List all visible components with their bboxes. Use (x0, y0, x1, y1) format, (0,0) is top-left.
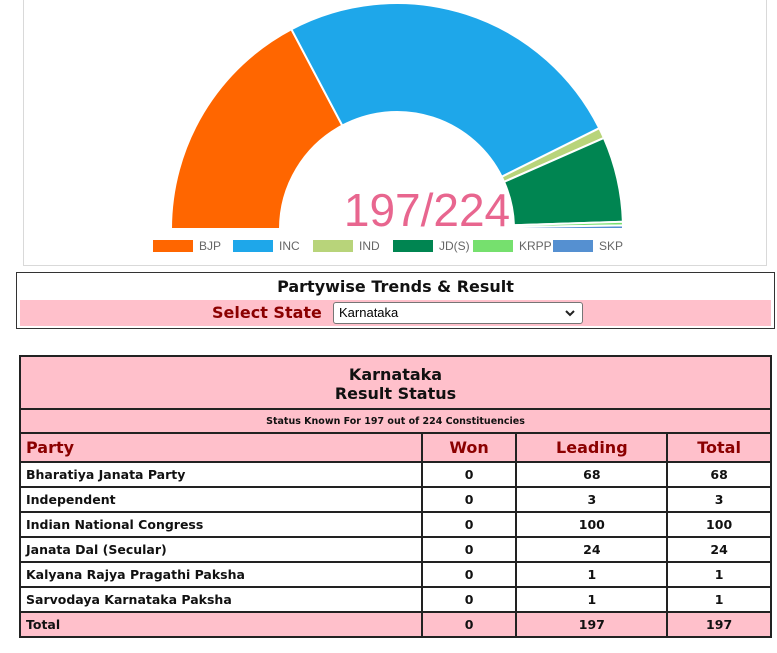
column-header-leading: Leading (515, 432, 669, 463)
legend-swatch (233, 240, 273, 252)
legend-label: BJP (199, 239, 221, 253)
party-name: Indian National Congress (19, 511, 423, 538)
select-state-label: Select State (212, 303, 322, 322)
table-row: Sarvodaya Karnataka Paksha 0 1 1 (19, 586, 772, 613)
result-heading: Result Status (334, 384, 457, 403)
state-select-row: Select State Karnataka (20, 300, 771, 326)
total-count: 100 (666, 511, 772, 538)
trends-box: Partywise Trends & Result Select State K… (16, 272, 775, 329)
table-row: Janata Dal (Secular) 0 24 24 (19, 536, 772, 563)
won-count: 0 (420, 561, 518, 588)
state-dropdown[interactable]: Karnataka (333, 302, 583, 324)
seat-count-label: 197/224 (344, 184, 510, 236)
legend-label: IND (359, 239, 380, 253)
leading-count: 100 (515, 511, 669, 538)
legend-swatch (153, 240, 193, 252)
legend-swatch (473, 240, 513, 252)
column-header-party: Party (19, 432, 423, 463)
total-count: 24 (666, 536, 772, 563)
chevron-down-icon (565, 310, 575, 317)
won-count: 0 (420, 461, 518, 488)
table-row: Indian National Congress 0 100 100 (19, 511, 772, 538)
total-count: 1 (666, 561, 772, 588)
table-row: Kalyana Rajya Pragathi Paksha 0 1 1 (19, 561, 772, 588)
legend-label: INC (279, 239, 300, 253)
total-won: 0 (420, 611, 518, 638)
total-label: Total (19, 611, 423, 638)
table-row: Bharatiya Janata Party 0 68 68 (19, 461, 772, 488)
party-name: Janata Dal (Secular) (19, 536, 423, 563)
result-state-name: Karnataka (348, 365, 443, 384)
slice-skp (512, 224, 625, 230)
result-header: Karnataka Result Status (19, 355, 772, 410)
status-row: Status Known For 197 out of 224 Constitu… (19, 408, 772, 434)
leading-count: 1 (515, 561, 669, 588)
legend-swatch (313, 240, 353, 252)
table-row: Independent 0 3 3 (19, 486, 772, 513)
party-name: Sarvodaya Karnataka Paksha (19, 586, 423, 613)
leading-count: 24 (515, 536, 669, 563)
result-header-row: Karnataka Result Status (19, 355, 772, 410)
legend-swatch (553, 240, 593, 252)
legend-label: KRPP (519, 239, 552, 253)
legend-swatch (393, 240, 433, 252)
leading-count: 68 (515, 461, 669, 488)
status-text: Status Known For 197 out of 224 Constitu… (19, 408, 772, 434)
state-dropdown-value: Karnataka (339, 305, 399, 320)
seat-chart-panel: 197/224 BJP INC IND JD(S) KRPP SKP (23, 0, 767, 266)
party-name: Bharatiya Janata Party (19, 461, 423, 488)
won-count: 0 (420, 486, 518, 513)
won-count: 0 (420, 536, 518, 563)
won-count: 0 (420, 586, 518, 613)
total-leading: 197 (515, 611, 669, 638)
leading-count: 1 (515, 586, 669, 613)
total-count: 3 (666, 486, 772, 513)
column-header-won: Won (420, 432, 518, 463)
column-header-total: Total (666, 432, 772, 463)
total-row: Total 0 197 197 (19, 611, 772, 638)
total-count: 68 (666, 461, 772, 488)
total-count: 1 (666, 586, 772, 613)
seat-donut-chart: 197/224 BJP INC IND JD(S) KRPP SKP (153, 2, 625, 253)
party-name: Independent (19, 486, 423, 513)
total-total: 197 (666, 611, 772, 638)
column-header-row: Party Won Leading Total (19, 432, 772, 463)
legend-label: JD(S) (439, 239, 470, 253)
result-table: Karnataka Result Status Status Known For… (19, 355, 772, 638)
trends-title: Partywise Trends & Result (277, 277, 514, 296)
party-name: Kalyana Rajya Pragathi Paksha (19, 561, 423, 588)
leading-count: 3 (515, 486, 669, 513)
legend-label: SKP (599, 239, 623, 253)
won-count: 0 (420, 511, 518, 538)
